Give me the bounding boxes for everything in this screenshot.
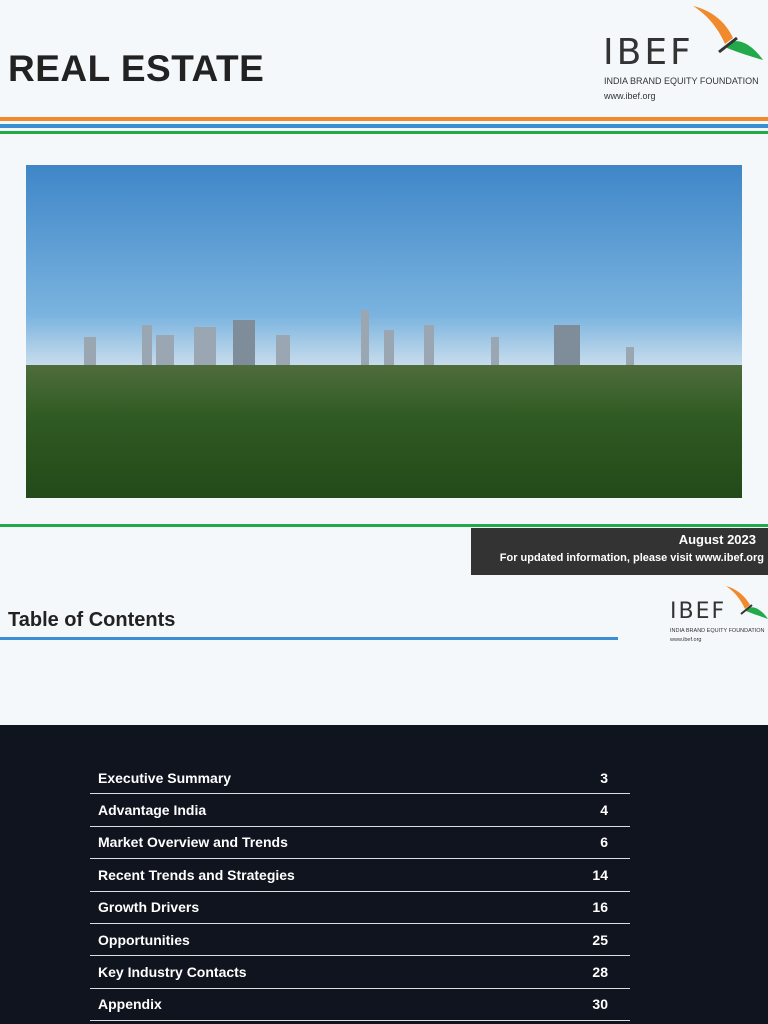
toc-title: Table of Contents (8, 609, 176, 631)
toc-item[interactable]: Opportunities 25 (90, 924, 630, 957)
bird-icon (726, 586, 768, 619)
toc-item[interactable]: Appendix 30 (90, 989, 630, 1022)
date-box: August 2023 For updated information, ple… (471, 528, 768, 575)
toc-item[interactable]: Executive Summary 3 (90, 762, 630, 795)
bird-icon (693, 6, 763, 60)
toc-underline (0, 637, 618, 640)
toc-item[interactable]: Recent Trends and Strategies 14 (90, 859, 630, 892)
orange-stripe (0, 117, 768, 121)
blue-stripe (0, 124, 768, 128)
toc-item[interactable]: Market Overview and Trends 6 (90, 827, 630, 860)
toc-list: Executive Summary 3 Advantage India 4 Mark… (90, 762, 630, 1022)
toc-item[interactable]: Advantage India 4 (90, 794, 630, 827)
toc-item[interactable]: Key Industry Contacts 28 (90, 956, 630, 989)
ibef-logo-small: IBEF INDIA BRAND EQUITY FOUNDATION www.i… (670, 585, 768, 645)
ibef-logo: IBEF INDIA BRAND EQUITY FOUNDATION www.i… (603, 4, 768, 104)
green-stripe (0, 131, 768, 134)
green-divider (0, 524, 768, 527)
city-skyline-photo (26, 165, 742, 498)
toc-item[interactable]: Growth Drivers 16 (90, 892, 630, 924)
report-title: REAL ESTATE (8, 48, 265, 89)
